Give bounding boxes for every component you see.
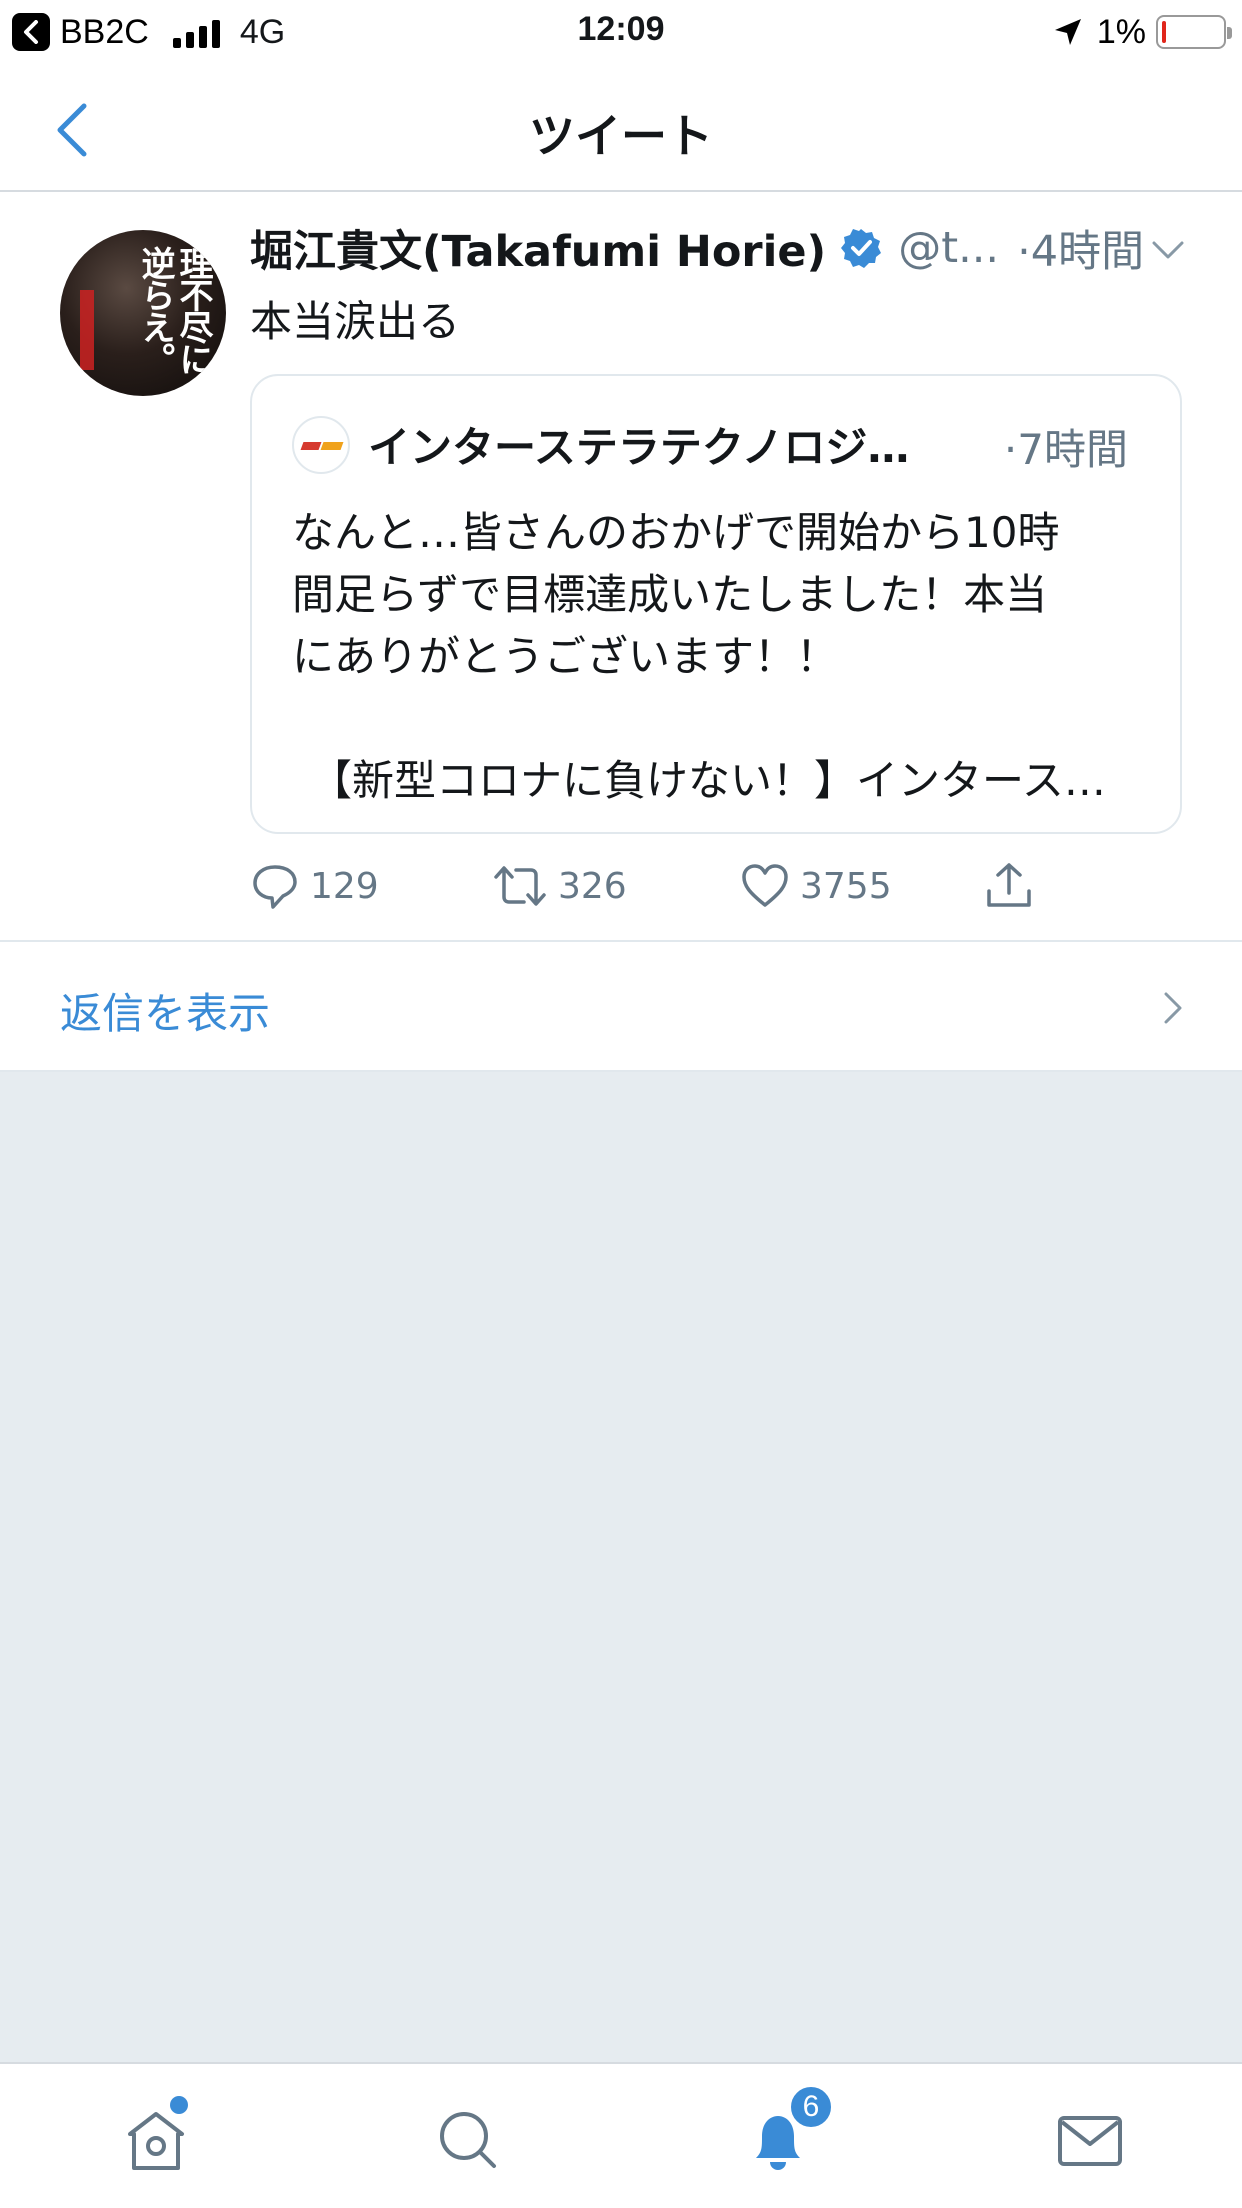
share-icon: [987, 863, 1031, 907]
retweet-icon: [494, 866, 546, 906]
quoted-time: ·7時間: [1003, 425, 1128, 474]
tab-messages[interactable]: [1054, 2104, 1126, 2176]
empty-background: [0, 1072, 1242, 2062]
navigation-bar: ツイート: [0, 64, 1242, 192]
like-count: 3755: [800, 865, 892, 907]
notifications-badge: 6: [788, 2084, 834, 2130]
reply-button[interactable]: 129: [250, 856, 379, 916]
status-bar: BB2C 4G 12:09 1%: [0, 0, 1242, 64]
home-new-dot: [170, 2096, 188, 2114]
tweet-actions: 129 326 3755: [250, 856, 1050, 916]
battery-percent: 1%: [1096, 12, 1146, 51]
reply-icon: [253, 865, 297, 909]
battery-icon: [1156, 15, 1232, 49]
quoted-text-continued: 【新型コロナに負けない！】インタース…: [310, 756, 1106, 805]
retweet-button[interactable]: 326: [492, 856, 627, 916]
tab-search[interactable]: [432, 2104, 504, 2176]
avatar-text: 理不尽に逆らえ。: [135, 246, 213, 374]
reply-count: 129: [310, 865, 379, 907]
quoted-text: なんと…皆さんのおかげで開始から10時 間足らずで目標達成いたしました！本当 に…: [292, 508, 1060, 681]
tweet-header: 堀江貴文(Takafumi Horie) @t... ·4時間: [250, 217, 1145, 279]
chevron-down-icon[interactable]: [1150, 238, 1186, 262]
tweet-text: 本当涙出る: [250, 297, 461, 346]
share-button[interactable]: [984, 856, 1034, 916]
tweet-time: ·4時間: [1017, 227, 1145, 277]
display-name[interactable]: 堀江貴文(Takafumi Horie): [250, 217, 826, 279]
quoted-display-name: インターステラテクノロジ…: [368, 423, 910, 472]
chevron-right-icon: [1164, 992, 1182, 1024]
tweet[interactable]: 理不尽に逆らえ。 堀江貴文(Takafumi Horie) @t... ·4時間…: [0, 192, 1242, 942]
verified-badge-icon: [841, 229, 882, 268]
tab-notifications[interactable]: 6: [742, 2084, 834, 2176]
avatar-stripe: [80, 290, 94, 370]
mail-icon: [1058, 2116, 1122, 2166]
page-title: ツイート: [529, 109, 713, 163]
tab-home[interactable]: [120, 2096, 192, 2176]
status-right: 1%: [1053, 12, 1232, 52]
search-icon: [440, 2112, 496, 2168]
heart-icon: [742, 864, 788, 907]
logo-mark: [300, 442, 322, 450]
quoted-avatar[interactable]: [292, 416, 350, 474]
home-icon: [128, 2112, 184, 2170]
like-button[interactable]: 3755: [740, 856, 892, 916]
logo-mark: [320, 442, 344, 450]
avatar[interactable]: 理不尽に逆らえ。: [60, 230, 226, 396]
battery-level: [1162, 21, 1166, 43]
show-replies-row[interactable]: 返信を表示: [0, 942, 1242, 1072]
show-replies-label[interactable]: 返信を表示: [60, 980, 270, 1041]
retweet-count: 326: [558, 865, 627, 907]
location-icon: [1054, 19, 1081, 45]
handle[interactable]: @t...: [898, 223, 999, 273]
quoted-tweet[interactable]: インターステラテクノロジ… ·7時間 なんと…皆さんのおかげで開始から10時 間…: [250, 374, 1182, 834]
tab-bar: 6: [0, 2062, 1242, 2208]
